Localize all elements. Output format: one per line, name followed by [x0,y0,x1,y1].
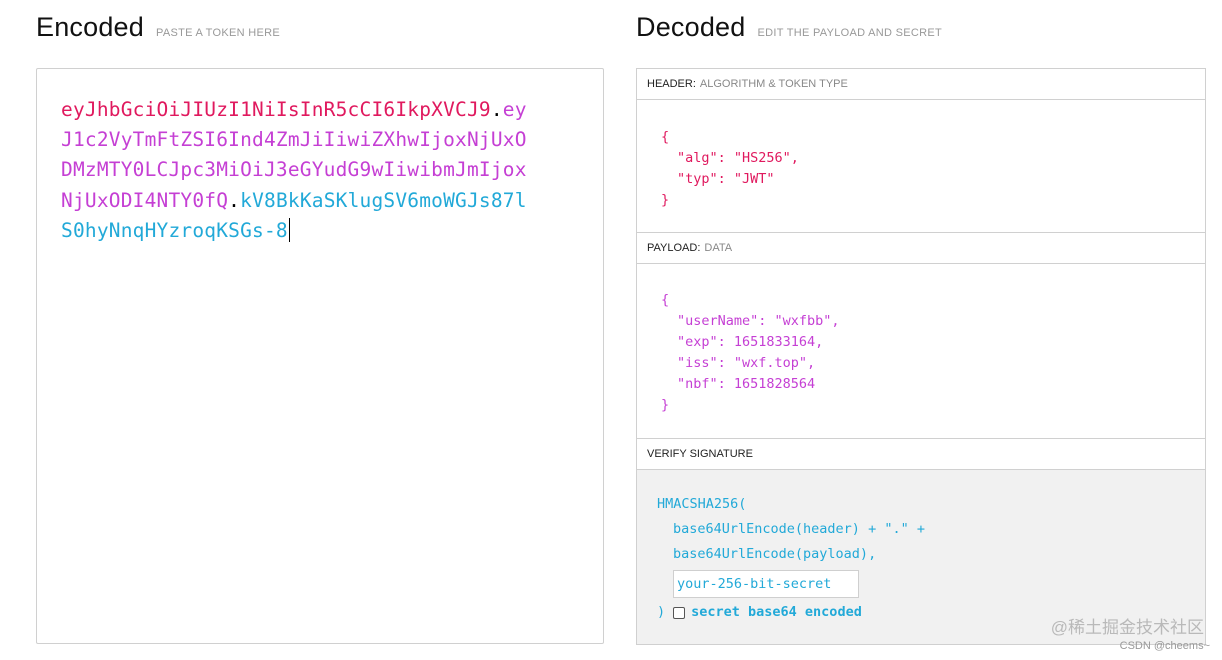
encoded-token-editor[interactable]: eyJhbGciOiJIUzI1NiIsInR5cCI6IkpXVCJ9.eyJ… [36,68,604,644]
token-separator: . [228,188,241,212]
json-line: { [661,292,670,308]
header-section-label: HEADER: [647,78,696,90]
encoded-heading: Encoded PASTE A TOKEN HERE [36,12,280,43]
base64-checkbox-label[interactable]: secret base64 encoded [691,600,862,625]
decoded-subtitle: EDIT THE PAYLOAD AND SECRET [757,27,943,39]
payload-section-sub: DATA [704,242,733,254]
json-line: { [661,129,670,145]
base64-checkbox[interactable] [673,606,686,619]
json-line: "typ": "JWT" [677,171,775,187]
json-line: "nbf": 1651828564 [677,376,816,392]
json-line: "exp": 1651833164, [677,334,824,350]
json-line: "alg": "HS256", [677,150,799,166]
payload-section-label: PAYLOAD: [647,242,701,254]
decoded-title: Decoded [636,12,746,42]
text-caret [288,217,290,242]
encoded-subtitle: PASTE A TOKEN HERE [156,27,280,39]
header-section-sub: ALGORITHM & TOKEN TYPE [699,78,848,90]
secret-input[interactable] [673,570,859,598]
verify-section-heading: VERIFY SIGNATURE [637,439,1205,470]
encoded-title: Encoded [36,12,144,42]
json-line: } [661,397,670,413]
csdn-credit: CSDN @cheems~ [1119,640,1210,652]
token-text[interactable]: eyJhbGciOiJIUzI1NiIsInR5cCI6IkpXVCJ9.eyJ… [61,95,531,246]
verify-section-label: VERIFY SIGNATURE [647,448,753,460]
json-line: } [661,192,670,208]
header-section-heading: HEADER: ALGORITHM & TOKEN TYPE [637,69,1205,100]
json-line: "userName": "wxfbb", [677,313,840,329]
watermark-text: @稀土掘金技术社区 [1050,618,1204,637]
decoded-panel: HEADER: ALGORITHM & TOKEN TYPE { "alg": … [636,68,1206,645]
hmac-arg-payload: base64UrlEncode(payload), [673,546,877,562]
hmac-close-paren: ) [657,604,666,620]
token-header-part: eyJhbGciOiJIUzI1NiIsInR5cCI6IkpXVCJ9 [61,98,491,121]
hmac-function: HMACSHA256( [657,496,747,512]
hmac-arg-header: base64UrlEncode(header) + "." + [673,521,925,537]
payload-json-editor[interactable]: { "userName": "wxfbb", "exp": 1651833164… [637,264,1205,439]
token-separator: . [490,98,503,121]
json-line: "iss": "wxf.top", [677,355,816,371]
payload-section-heading: PAYLOAD: DATA [637,233,1205,264]
decoded-heading: Decoded EDIT THE PAYLOAD AND SECRET [636,12,942,43]
header-json-editor[interactable]: { "alg": "HS256", "typ": "JWT" } [637,100,1205,233]
